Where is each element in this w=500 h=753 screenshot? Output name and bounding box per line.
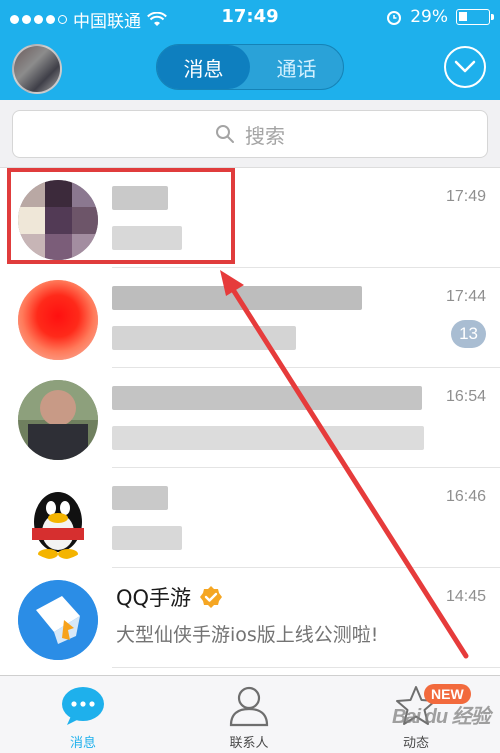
status-bar: 中国联通 17:49 29% [0,0,500,36]
tab-bar-label: 消息 [69,736,96,751]
contact-name-blurred [112,386,422,410]
conversation-row[interactable]: 16:54 [0,368,500,468]
message-time: 14:45 [445,588,486,605]
contact-avatar [18,380,98,460]
conversation-row[interactable]: 17:44 13 [0,268,500,368]
message-preview-blurred [112,326,296,350]
conversation-row[interactable]: 16:46 [0,468,500,568]
conversation-row[interactable] [0,668,500,675]
my-avatar[interactable] [12,44,62,94]
tab-messages[interactable]: 消息 [157,45,250,89]
unread-count-badge: 13 [451,320,486,348]
alarm-icon [387,11,402,25]
contact-avatar [18,580,98,660]
message-preview: 大型仙侠手游ios版上线公测啦! [116,624,379,646]
tab-bar-label: 联系人 [229,736,269,751]
tab-bar-label: 动态 [402,736,429,751]
search-icon [216,125,234,143]
tab-calls[interactable]: 通话 [250,45,343,89]
highlight-box [7,168,235,264]
contact-name-blurred [112,286,362,310]
message-bubble-icon [62,687,104,725]
message-time: 16:54 [445,388,486,405]
contact-name-blurred [112,486,168,510]
app-header: 中国联通 17:49 29% 消息 通话 [0,0,500,100]
tab-bar-contacts[interactable]: 联系人 [166,676,332,753]
status-right: 29% [386,7,494,27]
qq-games-icon [18,580,98,660]
message-preview-blurred [112,426,424,450]
verified-badge-icon [200,586,223,608]
header-segmented-control: 消息 通话 [156,44,344,90]
battery-icon [456,9,494,25]
battery-percent: 29% [410,7,448,27]
contact-avatar [18,280,98,360]
qq-penguin-icon [32,492,84,559]
message-time: 16:46 [445,488,486,505]
baidu-watermark: Bai du 经验 [392,706,491,728]
contact-avatar [18,480,98,560]
message-time: 17:49 [445,188,486,205]
tab-bar-messages[interactable]: 消息 [0,676,166,753]
message-time: 17:44 [445,288,486,305]
message-preview-blurred [112,526,182,550]
search-placeholder: 搜索 [245,123,285,148]
chevron-down-icon [454,60,476,73]
contacts-person-icon [229,686,269,727]
conversation-row[interactable]: QQ手游 大型仙侠手游ios版上线公测啦! 14:45 [0,568,500,668]
contact-name-text: QQ手游 [116,586,192,610]
more-menu-button[interactable] [444,46,486,88]
contact-name: QQ手游 [116,582,223,612]
search-area: 搜索 [0,100,500,168]
search-input[interactable]: 搜索 [12,110,488,158]
